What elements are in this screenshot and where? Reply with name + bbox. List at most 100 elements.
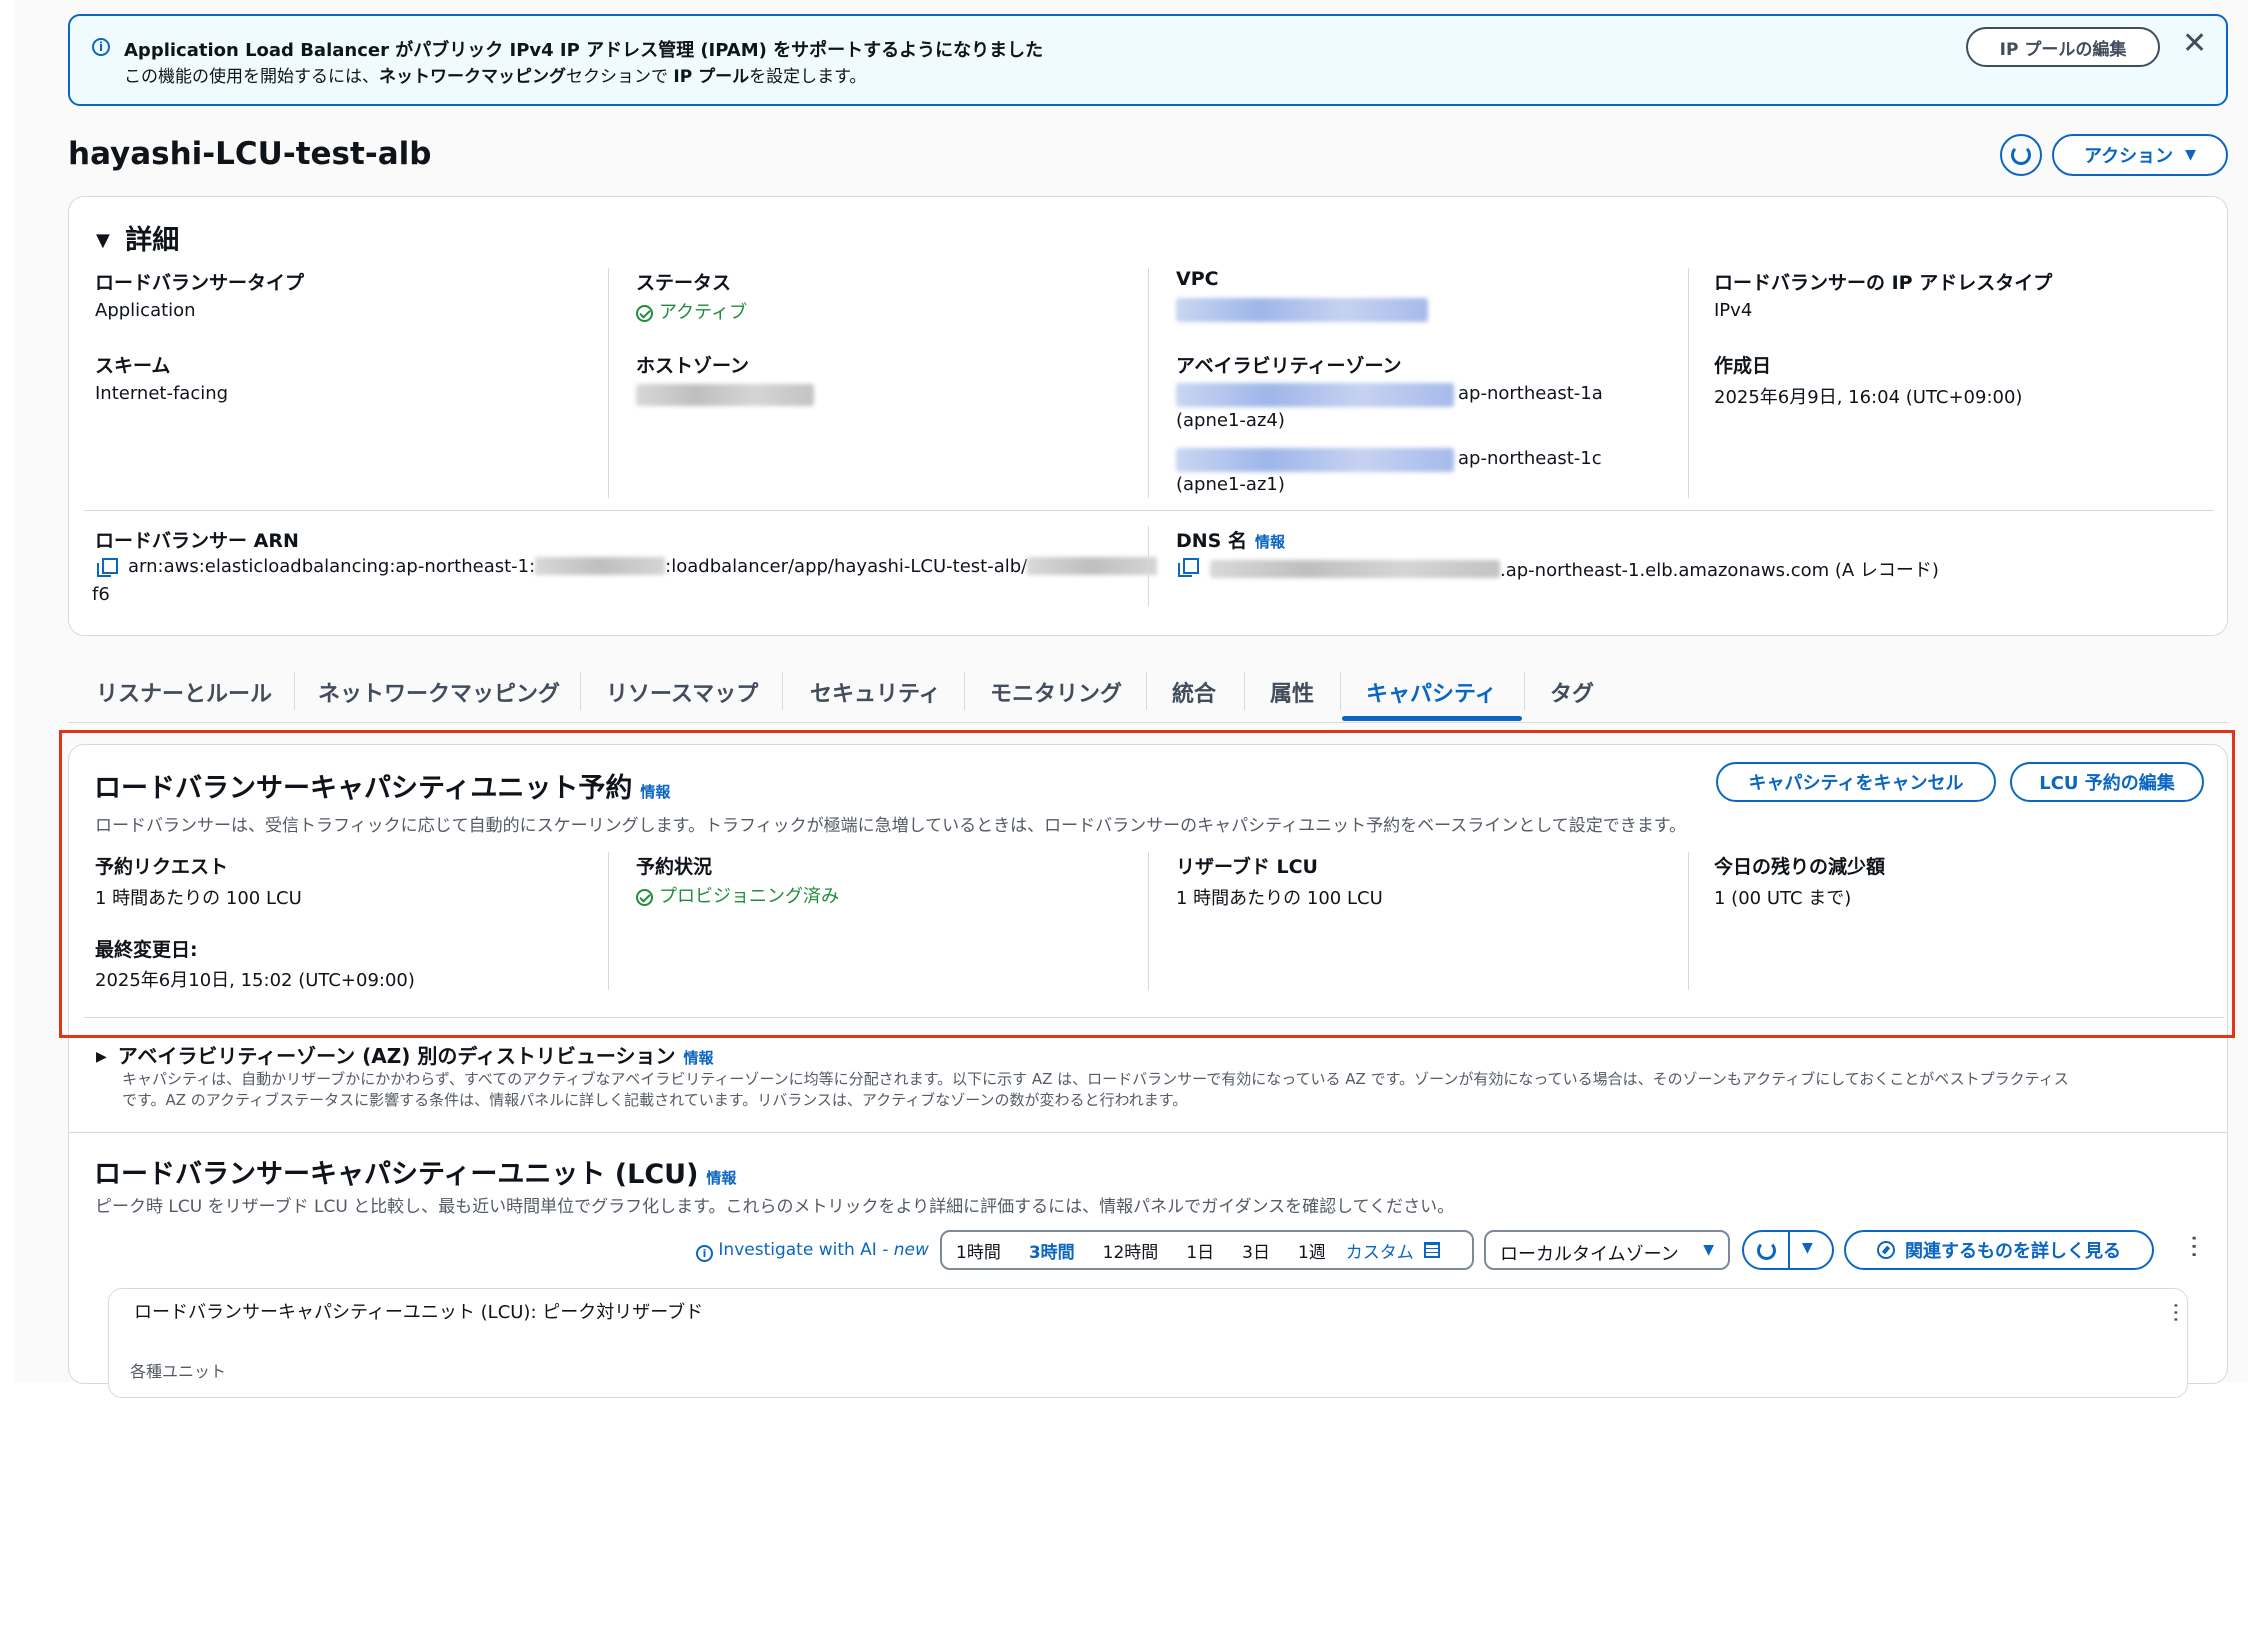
az-distribution-desc-line2: です。AZ のアクティブステータスに影響する条件は、情報パネルに詳しく記載されて… — [122, 1091, 1188, 1109]
arn-label: ロードバランサー ARN — [95, 530, 299, 552]
refresh-icon[interactable] — [1757, 1241, 1776, 1260]
tab-divider — [580, 672, 581, 710]
lcu-info-link[interactable]: 情報 — [706, 1169, 736, 1187]
az-distribution-title: アベイラビリティーゾーン (AZ) 別のディストリビューション — [117, 1044, 676, 1068]
range-1h[interactable]: 1時間 — [956, 1238, 1001, 1263]
scheme-label: スキーム — [95, 355, 171, 377]
ip-type-label: ロードバランサーの IP アドレスタイプ — [1714, 272, 2053, 294]
app-window: i Application Load Balancer がパブリック IPv4 … — [14, 0, 2248, 1398]
explore-related-button[interactable]: 関連するものを詳しく見る — [1844, 1230, 2154, 1270]
remaining-decrease-value: 1 (00 UTC まで) — [1714, 888, 1852, 909]
capacity-description: ロードバランサーは、受信トラフィックに応じて自動的にスケーリングします。トラフィ… — [95, 816, 1687, 836]
tab-divider — [1524, 672, 1525, 710]
refresh-button[interactable] — [2000, 134, 2042, 176]
close-icon[interactable]: ✕ — [2182, 26, 2207, 61]
tab-resource-map[interactable]: リソースマップ — [606, 676, 758, 708]
check-circle-icon — [636, 889, 653, 906]
vpc-label: VPC — [1176, 268, 1219, 290]
timezone-select[interactable]: ローカルタイムゾーン ▼ — [1484, 1230, 1730, 1270]
calendar-icon[interactable] — [1423, 1242, 1440, 1258]
tab-monitoring[interactable]: モニタリング — [990, 676, 1122, 708]
tab-active-indicator — [1342, 716, 1522, 721]
edit-ip-pool-button[interactable]: IP プールの編集 — [1966, 27, 2160, 67]
banner-ip-pool-text: IP プール — [673, 67, 750, 87]
details-toggle[interactable]: ▼ 詳細 — [96, 218, 179, 257]
az-distribution-toggle[interactable]: ▶ アベイラビリティーゾーン (AZ) 別のディストリビューション 情報 — [96, 1040, 714, 1069]
capacity-divider — [84, 1017, 2224, 1018]
cancel-capacity-button[interactable]: キャパシティをキャンセル — [1716, 762, 1996, 802]
capacity-title: ロードバランサーキャパシティユニット予約 情報 — [94, 766, 670, 805]
compass-icon — [1877, 1241, 1895, 1259]
tab-tags[interactable]: タグ — [1550, 676, 1594, 708]
column-divider — [608, 268, 609, 498]
time-range-selector: 1時間 3時間 12時間 1日 3日 1週 カスタム — [940, 1230, 1474, 1270]
caret-down-icon[interactable]: ▼ — [1802, 1240, 1813, 1256]
tab-security[interactable]: セキュリティ — [810, 676, 941, 708]
az-distribution-info-link[interactable]: 情報 — [684, 1049, 714, 1067]
investigate-ai-text: Investigate with AI — [718, 1240, 877, 1260]
last-modified-label: 最終変更日: — [95, 939, 198, 961]
copy-icon[interactable] — [97, 558, 118, 577]
banner-desc-mid: セクションで — [566, 67, 674, 87]
created-value: 2025年6月9日, 16:04 (UTC+09:00) — [1714, 387, 2023, 408]
actions-dropdown[interactable]: アクション ▼ — [2052, 134, 2228, 176]
more-options-icon[interactable]: ··· — [2178, 1234, 2208, 1259]
dns-info-link[interactable]: 情報 — [1255, 533, 1285, 551]
reservation-state-label: 予約状況 — [636, 856, 713, 878]
az1-name: ap-northeast-1a — [1458, 383, 1603, 404]
last-modified-value: 2025年6月10日, 15:02 (UTC+09:00) — [95, 970, 415, 991]
chart-title: ロードバランサーキャパシティーユニット (LCU): ピーク対リザーブド — [134, 1302, 704, 1323]
az-label: アベイラビリティーゾーン — [1176, 355, 1402, 377]
dns-label: DNS 名情報 — [1176, 526, 1285, 553]
az1-id: (apne1-az4) — [1176, 410, 1285, 431]
reservation-state-value: プロビジョニング済み — [636, 882, 839, 908]
edit-ip-pool-label: IP プールの編集 — [1999, 39, 2127, 60]
lcu-title: ロードバランサーキャパシティーユニット (LCU) 情報 — [94, 1152, 736, 1191]
range-custom[interactable]: カスタム — [1346, 1238, 1414, 1263]
range-3d[interactable]: 3日 — [1242, 1238, 1270, 1263]
account-id-redacted — [535, 557, 666, 575]
tab-bar — [68, 722, 2228, 723]
tab-divider — [1244, 672, 1245, 710]
caret-down-icon: ▼ — [96, 230, 110, 251]
chart-menu-icon[interactable]: ··· — [2162, 1302, 2187, 1323]
hosted-zone-redacted — [636, 384, 814, 406]
range-1d[interactable]: 1日 — [1186, 1238, 1214, 1263]
arn-tail: f6 — [92, 584, 110, 605]
cancel-capacity-label: キャパシティをキャンセル — [1748, 773, 1964, 794]
reserved-lcu-value: 1 時間あたりの 100 LCU — [1176, 888, 1383, 909]
vpc-link-redacted[interactable] — [1176, 298, 1428, 322]
tab-listeners[interactable]: リスナーとルール — [96, 676, 272, 708]
banner-desc-suffix: を設定します。 — [749, 67, 867, 87]
created-label: 作成日 — [1714, 355, 1772, 377]
capacity-info-link[interactable]: 情報 — [640, 783, 670, 801]
tab-attributes[interactable]: 属性 — [1270, 676, 1314, 708]
details-divider — [84, 510, 2214, 511]
tab-integrations[interactable]: 統合 — [1172, 676, 1216, 708]
arn-value: arn:aws:elasticloadbalancing:ap-northeas… — [128, 556, 1158, 577]
dns-name-redacted — [1210, 560, 1500, 578]
banner-network-mapping-text: ネットワークマッピング — [379, 67, 566, 87]
range-3h[interactable]: 3時間 — [1029, 1238, 1075, 1263]
actions-label: アクション — [2084, 146, 2174, 167]
caret-down-icon: ▼ — [1703, 1242, 1714, 1258]
range-12h[interactable]: 12時間 — [1103, 1238, 1159, 1263]
dns-suffix: .ap-northeast-1.elb.amazonaws.com (A レコー… — [1500, 560, 1939, 581]
check-circle-icon — [636, 305, 653, 322]
banner-desc-prefix: この機能の使用を開始するには、 — [124, 67, 379, 87]
tab-capacity[interactable]: キャパシティ — [1366, 676, 1497, 708]
dns-label-text: DNS 名 — [1176, 530, 1247, 552]
tab-divider — [782, 672, 783, 710]
refresh-icon — [2011, 145, 2031, 165]
subnet2-link-redacted[interactable] — [1176, 448, 1454, 472]
tab-network-mapping[interactable]: ネットワークマッピング — [318, 676, 560, 708]
column-divider — [1148, 268, 1149, 498]
range-1w[interactable]: 1週 — [1298, 1238, 1326, 1263]
subnet1-link-redacted[interactable] — [1176, 383, 1454, 407]
column-divider — [1688, 852, 1689, 990]
investigate-ai-link[interactable]: i Investigate with AI - new — [696, 1240, 929, 1262]
status-label: ステータス — [636, 272, 732, 294]
tab-divider — [1146, 672, 1147, 710]
edit-lcu-reservation-button[interactable]: LCU 予約の編集 — [2010, 762, 2204, 802]
copy-icon[interactable] — [1178, 558, 1199, 577]
